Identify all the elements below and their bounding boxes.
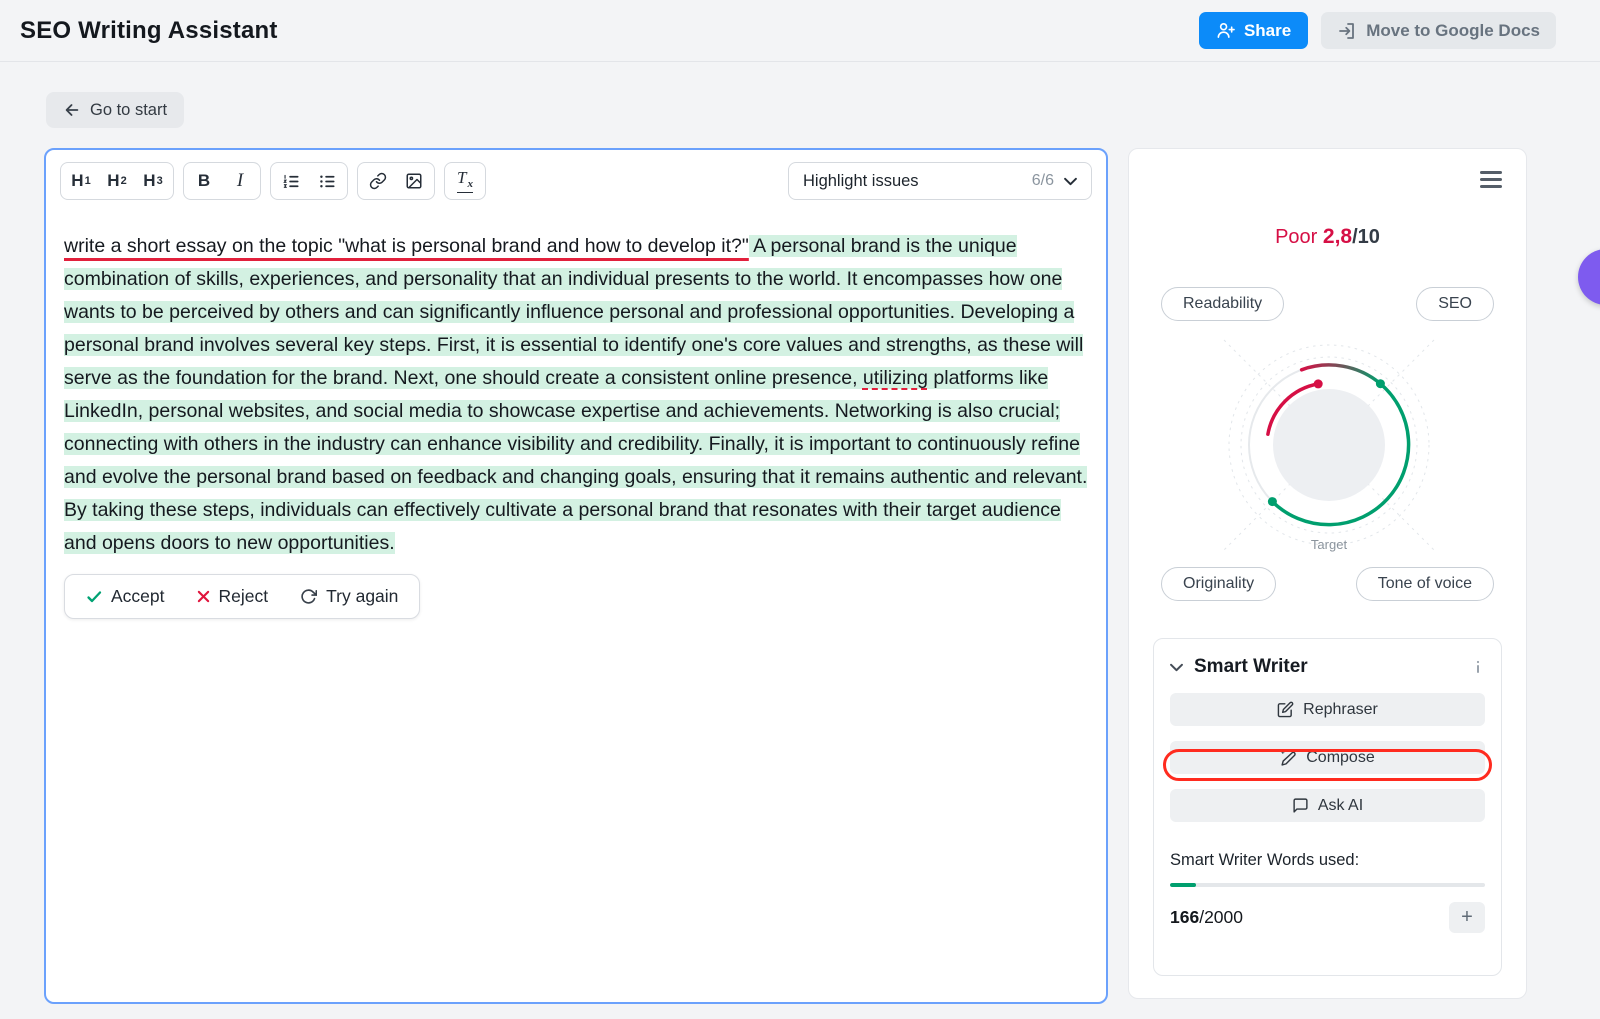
- move-to-google-docs-button[interactable]: Move to Google Docs: [1321, 12, 1556, 49]
- editor-toolbar: H1 H2 H3 B I: [46, 150, 1106, 210]
- highlight-issues-count: 6/6: [1032, 172, 1054, 190]
- ordered-list-icon: [282, 172, 301, 191]
- score-pills-bottom: Originality Tone of voice: [1161, 567, 1494, 601]
- share-button-label: Share: [1244, 21, 1291, 41]
- gauge-gradient-arc: [1302, 365, 1381, 384]
- smart-writer-title: Smart Writer: [1194, 656, 1308, 678]
- header-actions: Share Move to Google Docs: [1199, 12, 1556, 49]
- seo-pill[interactable]: SEO: [1416, 287, 1494, 321]
- page-title: SEO Writing Assistant: [20, 17, 278, 45]
- ask-ai-button[interactable]: Ask AI: [1170, 789, 1485, 822]
- accept-button[interactable]: Accept: [73, 580, 178, 613]
- editor-segment-highlight: A personal brand is the unique combinati…: [64, 235, 1083, 389]
- score-rating: Poor: [1275, 226, 1317, 248]
- add-words-button[interactable]: +: [1449, 902, 1485, 933]
- clear-formatting-icon: Tx: [457, 169, 473, 193]
- go-to-start-button[interactable]: Go to start: [46, 92, 184, 128]
- editor-segment-highlight: platforms like LinkedIn, personal websit…: [64, 367, 1087, 554]
- highlight-issues-label: Highlight issues: [803, 172, 919, 191]
- gauge-target-label: Target: [1311, 537, 1348, 552]
- try-again-button[interactable]: Try again: [287, 580, 411, 613]
- info-icon[interactable]: [1471, 659, 1485, 675]
- ordered-list-button[interactable]: [273, 165, 309, 197]
- words-progress-bar: [1170, 883, 1485, 887]
- ask-ai-label: Ask AI: [1318, 797, 1363, 815]
- readability-pill[interactable]: Readability: [1161, 287, 1284, 321]
- clear-format-group: Tx: [444, 162, 486, 200]
- smart-writer-card: Smart Writer Rephraser: [1153, 638, 1502, 976]
- compose-label: Compose: [1306, 749, 1374, 767]
- heading1-button[interactable]: H1: [63, 165, 99, 197]
- heading2-button[interactable]: H2: [99, 165, 135, 197]
- x-icon: [197, 590, 210, 603]
- score-sidebar: Poor 2,8/10 Readability SEO: [1128, 148, 1527, 999]
- refresh-icon: [300, 588, 317, 605]
- edit-icon: [1277, 701, 1294, 718]
- smart-writer-header[interactable]: Smart Writer: [1170, 656, 1485, 678]
- link-button[interactable]: [360, 165, 396, 197]
- image-button[interactable]: [396, 165, 432, 197]
- gauge-dot-green-bottom: [1268, 497, 1277, 506]
- check-icon: [86, 589, 102, 604]
- originality-pill[interactable]: Originality: [1161, 567, 1276, 601]
- gauge-dot-red: [1314, 379, 1323, 388]
- editor-card: H1 H2 H3 B I: [44, 148, 1108, 1004]
- editor-segment-prompt: write a short essay on the topic "what i…: [64, 235, 749, 257]
- words-progress-fill: [1170, 883, 1196, 887]
- ai-suggestion-action-bar: Accept Reject Try again: [64, 574, 420, 619]
- person-plus-icon: [1216, 21, 1235, 40]
- tone-of-voice-pill[interactable]: Tone of voice: [1356, 567, 1494, 601]
- list-button-group: [270, 162, 348, 200]
- go-to-start-label: Go to start: [90, 101, 167, 120]
- highlight-issues-dropdown[interactable]: Highlight issues 6/6: [788, 162, 1092, 200]
- image-icon: [405, 172, 423, 190]
- app-header: SEO Writing Assistant Share Move to Goog: [0, 0, 1600, 62]
- bullet-list-icon: [318, 172, 337, 191]
- accept-label: Accept: [111, 586, 165, 607]
- compose-wrapper: Compose: [1170, 741, 1485, 774]
- chevron-down-icon: [1170, 663, 1183, 672]
- format-button-group: B I: [183, 162, 261, 200]
- chat-bubble-icon: [1292, 797, 1309, 814]
- menu-icon[interactable]: [1480, 171, 1502, 188]
- gauge-disc: [1273, 389, 1385, 501]
- editor-segment-issue: utilizing: [863, 367, 928, 389]
- insert-button-group: [357, 162, 435, 200]
- share-button[interactable]: Share: [1199, 12, 1308, 49]
- try-again-label: Try again: [326, 586, 398, 607]
- score-gauge: Target: [1209, 325, 1449, 565]
- rephraser-button[interactable]: Rephraser: [1170, 693, 1485, 726]
- words-total-value: /2000: [1199, 907, 1243, 928]
- export-doc-icon: [1337, 21, 1357, 41]
- score-value: 2,8: [1323, 225, 1352, 248]
- chevron-down-icon: [1064, 177, 1077, 186]
- reject-label: Reject: [219, 586, 269, 607]
- score-pills-top: Readability SEO: [1161, 287, 1494, 321]
- words-counter-row: 166 /2000 +: [1170, 902, 1485, 933]
- floating-assistant-button[interactable]: [1578, 249, 1600, 305]
- bullet-list-button[interactable]: [309, 165, 345, 197]
- rephraser-label: Rephraser: [1303, 701, 1378, 719]
- bold-button[interactable]: B: [186, 165, 222, 197]
- move-to-google-docs-label: Move to Google Docs: [1366, 21, 1540, 41]
- overall-score: Poor 2,8/10: [1129, 225, 1526, 249]
- score-outof: /10: [1352, 226, 1380, 248]
- italic-button[interactable]: I: [222, 165, 258, 197]
- link-icon: [369, 172, 387, 190]
- heading3-button[interactable]: H3: [135, 165, 171, 197]
- words-used-label: Smart Writer Words used:: [1170, 851, 1485, 870]
- clear-formatting-button[interactable]: Tx: [447, 165, 483, 197]
- heading-button-group: H1 H2 H3: [60, 162, 174, 200]
- words-used-value: 166: [1170, 907, 1199, 928]
- compose-button[interactable]: Compose: [1170, 741, 1485, 774]
- gauge-dot-green-top: [1376, 379, 1385, 388]
- editor-text[interactable]: write a short essay on the topic "what i…: [46, 210, 1106, 560]
- reject-button[interactable]: Reject: [184, 580, 282, 613]
- arrow-left-icon: [63, 101, 81, 119]
- compose-pencil-icon: [1280, 749, 1297, 766]
